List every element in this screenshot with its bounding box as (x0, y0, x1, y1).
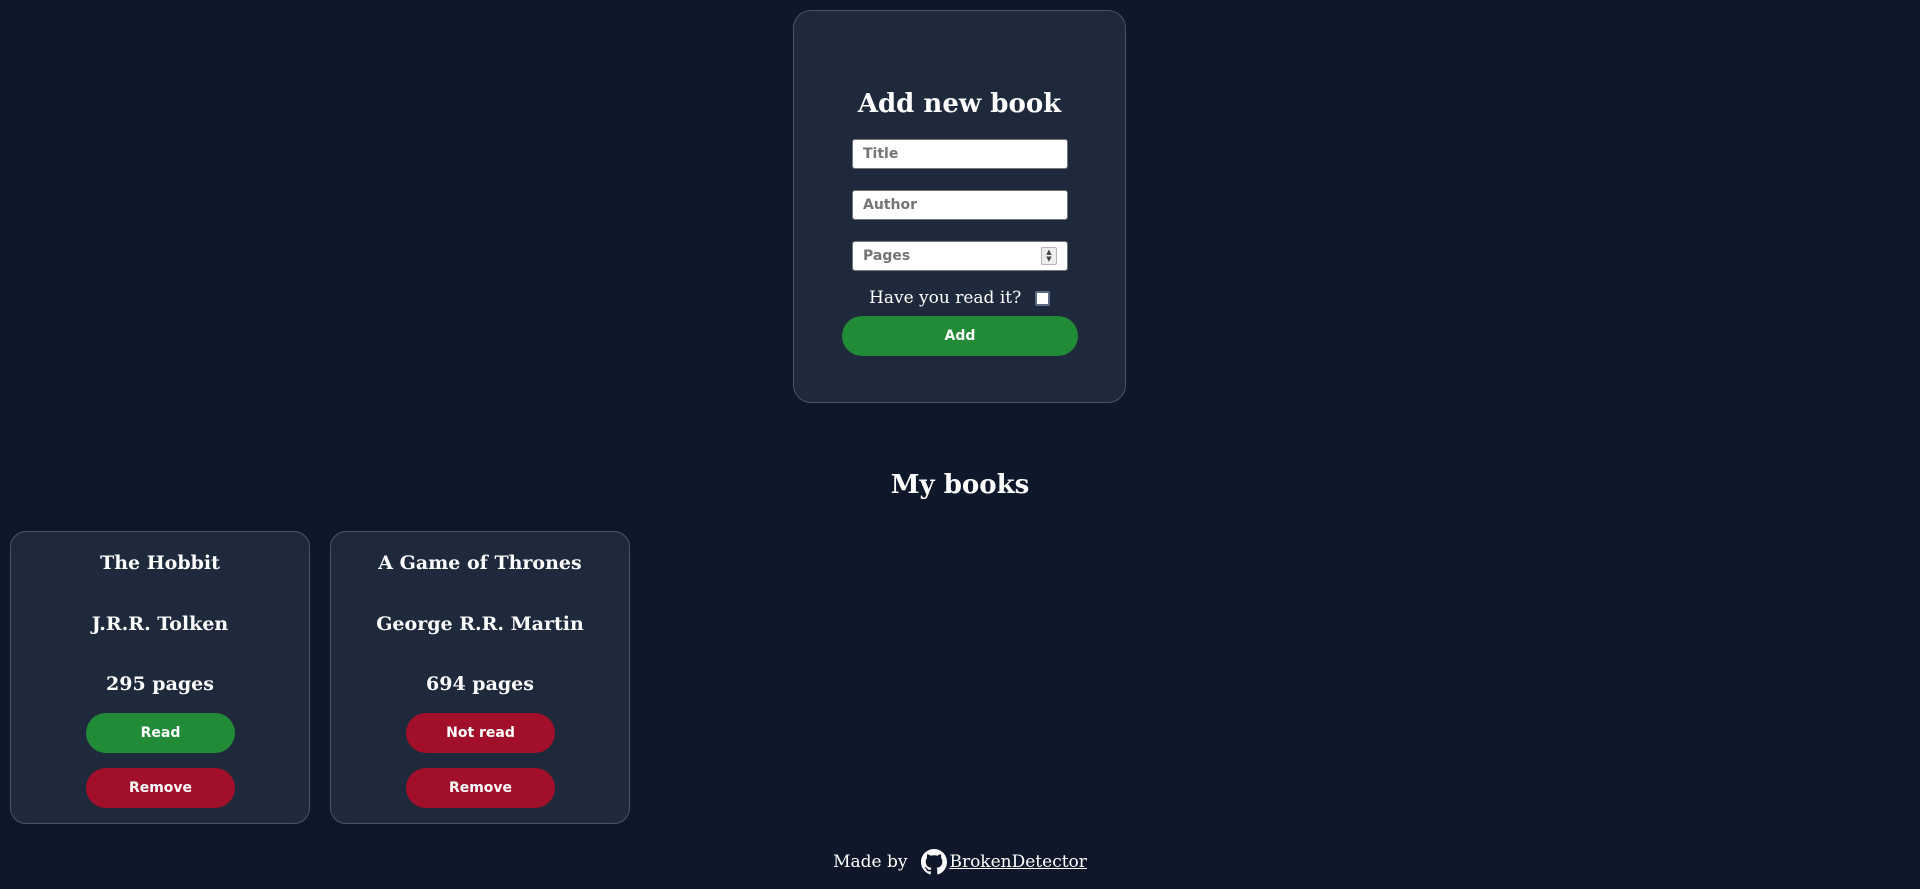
page: Add new book Title Author Pages ▲ ▼ Have … (0, 0, 1920, 889)
book-author: George R.R. Martin (376, 613, 584, 635)
number-spinner-icon[interactable]: ▲ ▼ (1041, 247, 1057, 265)
book-card: The Hobbit J.R.R. Tolken 295 pages Read … (10, 531, 310, 824)
read-status-button[interactable]: Read (86, 713, 235, 753)
author-link[interactable]: BrokenDetector (949, 852, 1086, 872)
read-checkbox-label: Have you read it? (869, 288, 1022, 308)
pages-input[interactable]: Pages ▲ ▼ (852, 241, 1068, 271)
author-placeholder: Author (863, 197, 917, 213)
read-checkbox-row: Have you read it? (869, 288, 1051, 308)
github-icon[interactable] (921, 849, 948, 875)
add-button[interactable]: Add (842, 316, 1078, 356)
book-title: The Hobbit (100, 552, 220, 574)
remove-button[interactable]: Remove (406, 768, 555, 808)
made-by-text: Made by (833, 852, 908, 872)
book-author: J.R.R. Tolken (91, 613, 229, 635)
footer: Made by BrokenDetector (0, 849, 1920, 875)
book-pages: 694 pages (426, 673, 534, 695)
title-input[interactable]: Title (852, 139, 1068, 169)
remove-button[interactable]: Remove (86, 768, 235, 808)
add-book-form: Add new book Title Author Pages ▲ ▼ Have … (793, 10, 1126, 403)
title-placeholder: Title (863, 146, 899, 162)
form-title: Add new book (857, 89, 1062, 119)
book-card: A Game of Thrones George R.R. Martin 694… (330, 531, 630, 824)
book-title: A Game of Thrones (378, 552, 582, 574)
book-pages: 295 pages (106, 673, 214, 695)
author-input[interactable]: Author (852, 190, 1068, 220)
books-heading: My books (890, 470, 1030, 500)
read-checkbox[interactable] (1035, 290, 1051, 306)
read-status-button[interactable]: Not read (406, 713, 555, 753)
pages-placeholder: Pages (863, 248, 911, 264)
